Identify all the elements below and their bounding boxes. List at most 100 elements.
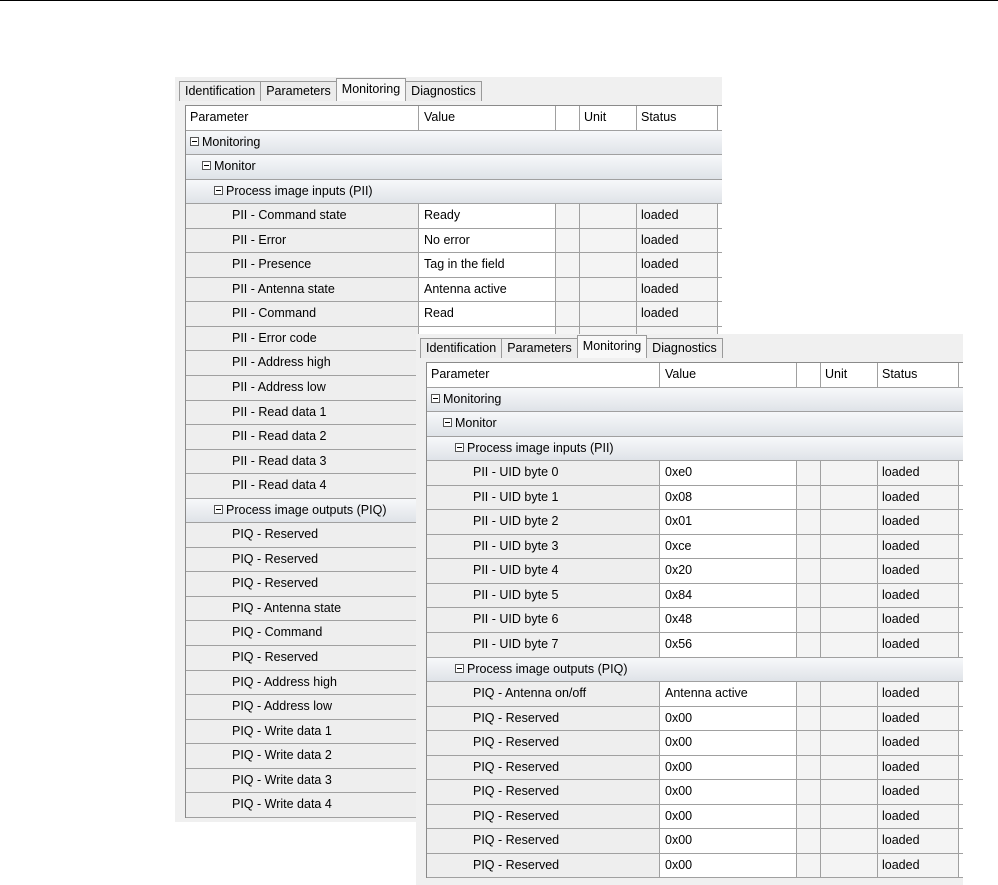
tab-identification[interactable]: Identification <box>420 338 503 358</box>
tab-monitoring[interactable]: Monitoring <box>576 335 648 358</box>
status-cell: loaded <box>877 633 959 657</box>
column-header-value[interactable]: Value <box>659 363 796 387</box>
spacer-cell <box>796 559 820 583</box>
column-header-parameter[interactable]: Parameter <box>186 106 418 130</box>
parameter-grid: Parameter Value Unit Status Monitoring M… <box>426 362 963 879</box>
value-cell[interactable]: 0x00 <box>659 804 796 829</box>
parameter-name-cell: PIQ - Write data 2 <box>186 744 418 768</box>
value-cell[interactable]: 0x00 <box>659 829 796 853</box>
collapse-icon[interactable] <box>190 136 199 146</box>
table-row[interactable]: PIQ - Antenna on/off Antenna active loaded <box>427 682 963 707</box>
collapse-icon[interactable] <box>455 663 464 673</box>
tab-diagnostics[interactable]: Diagnostics <box>646 338 723 358</box>
value-cell[interactable]: 0x56 <box>659 633 796 657</box>
table-row[interactable]: PII - UID byte 1 0x08 loaded <box>427 485 963 511</box>
parameter-name-cell: PIQ - Reserved <box>427 780 659 804</box>
table-row[interactable]: PIQ - Reserved 0x00 loaded <box>427 780 963 805</box>
spacer-cell <box>796 485 820 510</box>
parameter-name-cell: PII - Address high <box>186 351 418 376</box>
table-row[interactable]: PII - UID byte 6 0x48 loaded <box>427 608 963 634</box>
value-cell[interactable]: 0x01 <box>659 510 796 534</box>
parameter-name-cell: PII - UID byte 3 <box>427 534 659 559</box>
collapse-icon[interactable] <box>443 418 452 428</box>
group-monitoring[interactable]: Monitoring <box>427 387 963 413</box>
spacer-cell <box>796 633 820 657</box>
group-monitoring[interactable]: Monitoring <box>186 130 722 156</box>
value-cell[interactable]: 0x00 <box>659 853 796 878</box>
column-header-parameter[interactable]: Parameter <box>427 363 659 387</box>
group-pii[interactable]: Process image inputs (PII) <box>186 179 722 205</box>
spacer-cell <box>555 277 579 302</box>
value-cell[interactable]: 0x00 <box>659 731 796 755</box>
table-row[interactable]: PIQ - Reserved 0x00 loaded <box>427 829 963 854</box>
unit-cell <box>820 853 877 878</box>
status-cell: loaded <box>877 706 959 731</box>
value-cell[interactable]: Ready <box>418 204 555 228</box>
spacer-cell <box>796 461 820 485</box>
parameter-name-cell: PIQ - Address low <box>186 695 418 719</box>
table-row[interactable]: PII - UID byte 3 0xce loaded <box>427 534 963 560</box>
value-cell[interactable]: 0x48 <box>659 608 796 633</box>
column-header-value[interactable]: Value <box>418 106 555 130</box>
table-row[interactable]: PIQ - Reserved 0x00 loaded <box>427 706 963 732</box>
table-row[interactable]: PIQ - Reserved 0x00 loaded <box>427 804 963 830</box>
collapse-icon[interactable] <box>202 161 211 171</box>
value-cell[interactable]: 0x00 <box>659 706 796 731</box>
table-row[interactable]: PIQ - Reserved 0x00 loaded <box>427 755 963 781</box>
group-label: Process image inputs (PII) <box>186 180 722 204</box>
column-header-unit[interactable]: Unit <box>820 363 877 387</box>
table-row[interactable]: PII - Command state Ready loaded <box>186 204 722 229</box>
value-cell[interactable]: Tag in the field <box>418 253 555 277</box>
spacer-cell <box>796 510 820 534</box>
value-cell[interactable]: Antenna active <box>659 682 796 706</box>
tab-monitoring[interactable]: Monitoring <box>335 78 407 101</box>
unit-cell <box>820 559 877 583</box>
status-cell: loaded <box>636 228 718 253</box>
unit-cell <box>820 608 877 633</box>
unit-cell <box>820 682 877 706</box>
tab-identification[interactable]: Identification <box>179 81 262 101</box>
value-cell[interactable]: 0x08 <box>659 485 796 510</box>
value-cell[interactable]: 0x84 <box>659 583 796 608</box>
table-row[interactable]: PII - UID byte 5 0x84 loaded <box>427 583 963 609</box>
value-cell[interactable]: Antenna active <box>418 277 555 302</box>
spacer-cell <box>796 853 820 878</box>
column-header-status[interactable]: Status <box>636 106 718 130</box>
collapse-icon[interactable] <box>214 504 223 514</box>
table-row[interactable]: PIQ - Reserved 0x00 loaded <box>427 853 963 879</box>
table-row[interactable]: PII - Antenna state Antenna active loaded <box>186 277 722 303</box>
table-row[interactable]: PII - Command Read loaded <box>186 302 722 327</box>
column-header-status[interactable]: Status <box>877 363 959 387</box>
spacer-cell <box>796 780 820 804</box>
spacer-cell <box>796 755 820 780</box>
table-row[interactable]: PII - Error No error loaded <box>186 228 722 254</box>
collapse-icon[interactable] <box>455 442 464 452</box>
value-cell[interactable]: 0x00 <box>659 755 796 780</box>
group-piq[interactable]: Process image outputs (PIQ) <box>427 657 963 683</box>
grid-header: Parameter Value Unit Status <box>427 363 963 388</box>
collapse-icon[interactable] <box>431 393 440 403</box>
group-monitor[interactable]: Monitor <box>427 412 963 437</box>
group-monitor[interactable]: Monitor <box>186 155 722 180</box>
collapse-icon[interactable] <box>214 185 223 195</box>
table-row[interactable]: PII - UID byte 0 0xe0 loaded <box>427 461 963 486</box>
table-row[interactable]: PII - UID byte 2 0x01 loaded <box>427 510 963 535</box>
tab-diagnostics[interactable]: Diagnostics <box>405 81 482 101</box>
table-row[interactable]: PII - UID byte 4 0x20 loaded <box>427 559 963 584</box>
column-header-unit[interactable]: Unit <box>579 106 636 130</box>
value-cell[interactable]: 0x00 <box>659 780 796 804</box>
value-cell[interactable]: 0xe0 <box>659 461 796 485</box>
table-row[interactable]: PIQ - Reserved 0x00 loaded <box>427 731 963 756</box>
group-pii[interactable]: Process image inputs (PII) <box>427 436 963 462</box>
value-cell[interactable]: Read <box>418 302 555 326</box>
table-row[interactable]: PII - UID byte 7 0x56 loaded <box>427 633 963 658</box>
table-row[interactable]: PII - Presence Tag in the field loaded <box>186 253 722 278</box>
value-cell[interactable]: No error <box>418 228 555 253</box>
parameter-name-cell: PII - Read data 2 <box>186 425 418 449</box>
spacer-cell <box>796 804 820 829</box>
tab-parameters[interactable]: Parameters <box>501 338 578 358</box>
value-cell[interactable]: 0xce <box>659 534 796 559</box>
status-cell: loaded <box>877 534 959 559</box>
value-cell[interactable]: 0x20 <box>659 559 796 583</box>
tab-parameters[interactable]: Parameters <box>260 81 337 101</box>
